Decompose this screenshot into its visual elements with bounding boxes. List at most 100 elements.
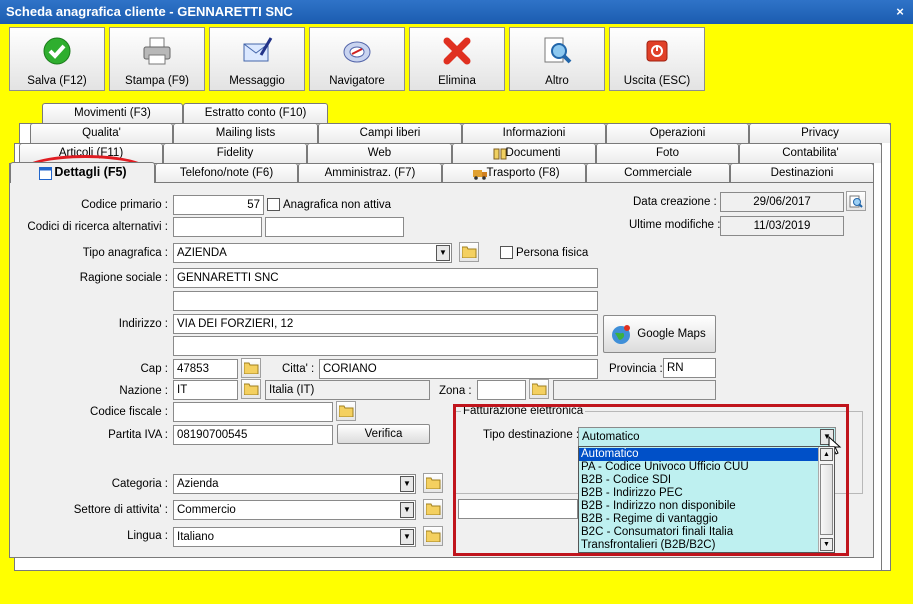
- codice-ricerca-2-field[interactable]: [265, 217, 404, 237]
- codice-fiscale-label: Codice fiscale :: [90, 406, 168, 418]
- tab-amministrazione[interactable]: Amministraz. (F7): [298, 163, 442, 183]
- navigator-button[interactable]: Navigatore: [309, 27, 405, 91]
- window-title-bar: Scheda anagrafica cliente - GENNARETTI S…: [0, 0, 913, 24]
- indirizzo-field[interactable]: VIA DEI FORZIERI, 12: [173, 314, 598, 334]
- tab-qualita[interactable]: Qualita': [30, 123, 173, 143]
- lingua-value: Italiano: [177, 531, 215, 543]
- tab-mailing-lists[interactable]: Mailing lists: [173, 123, 318, 143]
- google-maps-button[interactable]: Google Maps: [603, 315, 716, 353]
- tab-destinazioni[interactable]: Destinazioni: [730, 163, 874, 183]
- tab-trasporto[interactable]: Trasporto (F8): [442, 163, 586, 183]
- ragione-sociale-field[interactable]: GENNARETTI SNC: [173, 268, 598, 288]
- tipo-anagrafica-value: AZIENDA: [177, 247, 227, 259]
- save-button[interactable]: Salva (F12): [9, 27, 105, 91]
- lingua-label: Lingua :: [127, 530, 168, 542]
- tab-privacy[interactable]: Privacy: [749, 123, 891, 143]
- categoria-value: Azienda: [177, 478, 219, 490]
- chevron-down-icon: ▼: [400, 502, 414, 518]
- data-creazione-value: 29/06/2017: [720, 192, 844, 212]
- message-button[interactable]: Messaggio: [209, 27, 305, 91]
- tab-contabilita[interactable]: Contabilita': [739, 143, 882, 163]
- zona-folder-button[interactable]: [529, 379, 549, 399]
- save-label: Salva (F12): [27, 75, 87, 87]
- settore-attivita-label: Settore di attivita' :: [73, 504, 168, 516]
- codice-fiscale-folder-button[interactable]: [336, 401, 356, 421]
- categoria-label: Categoria :: [111, 478, 168, 490]
- data-creazione-label: Data creazione :: [633, 196, 717, 208]
- codice-fiscale-field[interactable]: [173, 402, 333, 422]
- cap-field[interactable]: 47853: [173, 359, 238, 379]
- nazione-field[interactable]: IT: [173, 380, 238, 400]
- delete-label: Elimina: [438, 75, 476, 87]
- tab-articoli[interactable]: Articoli (F11): [19, 143, 163, 163]
- tab-foto[interactable]: Foto: [596, 143, 739, 163]
- settore-folder-button[interactable]: [423, 499, 443, 519]
- print-button[interactable]: Stampa (F9): [109, 27, 205, 91]
- tab-dettagli[interactable]: Dettagli (F5): [10, 162, 155, 183]
- message-label: Messaggio: [229, 75, 285, 87]
- zona-field[interactable]: [477, 380, 526, 400]
- partita-iva-field[interactable]: 08190700545: [173, 425, 333, 445]
- more-label: Altro: [545, 75, 569, 87]
- ragione-sociale-2-field[interactable]: [173, 291, 598, 311]
- close-button[interactable]: ×: [892, 4, 908, 20]
- indirizzo-2-field[interactable]: [173, 336, 598, 356]
- data-creazione-lookup-button[interactable]: [846, 191, 866, 211]
- tab-commerciale[interactable]: Commerciale: [586, 163, 730, 183]
- citta-field[interactable]: CORIANO: [319, 359, 598, 379]
- settore-attivita-value: Commercio: [177, 504, 236, 516]
- tab-movimenti[interactable]: Movimenti (F3): [42, 103, 183, 123]
- tab-informazioni[interactable]: Informazioni: [462, 123, 606, 143]
- codice-ricerca-1-field[interactable]: [173, 217, 262, 237]
- folder-icon: [244, 362, 259, 374]
- folder-icon: [532, 383, 547, 395]
- tipo-anagrafica-label: Tipo anagrafica :: [82, 247, 168, 259]
- tab-dettagli-label: Dettagli (F5): [54, 165, 127, 179]
- settore-attivita-select[interactable]: Commercio ▼: [173, 500, 416, 520]
- verifica-button[interactable]: Verifica: [337, 424, 430, 444]
- categoria-folder-button[interactable]: [423, 473, 443, 493]
- delete-x-icon: [443, 37, 471, 65]
- folder-icon: [426, 477, 441, 489]
- exit-button[interactable]: Uscita (ESC): [609, 27, 705, 91]
- anagrafica-non-attiva-checkbox[interactable]: [267, 198, 280, 211]
- folder-icon: [339, 405, 354, 417]
- nazione-folder-button[interactable]: [241, 379, 261, 399]
- tab-web[interactable]: Web: [307, 143, 452, 163]
- google-maps-label: Google Maps: [637, 328, 706, 340]
- more-button[interactable]: Altro: [509, 27, 605, 91]
- message-icon: [243, 37, 273, 62]
- chevron-down-icon: ▼: [436, 245, 450, 261]
- tipo-anagrafica-folder-button[interactable]: [459, 242, 479, 262]
- codici-ricerca-label: Codici di ricerca alternativi :: [27, 221, 168, 233]
- tab-fidelity[interactable]: Fidelity: [163, 143, 307, 163]
- calendar-icon: [39, 167, 52, 180]
- globe-icon: [612, 325, 630, 344]
- lingua-folder-button[interactable]: [423, 526, 443, 546]
- power-icon: [646, 40, 668, 62]
- ragione-sociale-label: Ragione sociale :: [79, 272, 168, 284]
- fatturazione-highlight-box: [453, 404, 849, 556]
- compass-icon: [343, 41, 371, 63]
- tab-operazioni[interactable]: Operazioni: [606, 123, 749, 143]
- tab-documenti[interactable]: Documenti: [452, 143, 596, 163]
- persona-fisica-checkbox[interactable]: [500, 246, 513, 259]
- cap-folder-button[interactable]: [241, 358, 261, 378]
- tab-telefono-note[interactable]: Telefono/note (F6): [155, 163, 298, 183]
- persona-fisica-label: Persona fisica: [516, 247, 589, 259]
- citta-label: Citta' :: [282, 363, 315, 375]
- partita-iva-label: Partita IVA :: [108, 429, 168, 441]
- categoria-select[interactable]: Azienda ▼: [173, 474, 416, 494]
- provincia-label: Provincia :: [609, 363, 663, 375]
- tipo-anagrafica-select[interactable]: AZIENDA ▼: [173, 243, 452, 263]
- provincia-field[interactable]: RN: [663, 358, 716, 378]
- nazione-label: Nazione :: [119, 385, 168, 397]
- lingua-select[interactable]: Italiano ▼: [173, 527, 416, 547]
- delete-button[interactable]: Elimina: [409, 27, 505, 91]
- tab-trasporto-label: Trasporto (F8): [486, 167, 560, 179]
- tab-campi-liberi[interactable]: Campi liberi: [318, 123, 462, 143]
- codice-primario-field[interactable]: 57: [173, 195, 264, 215]
- tab-documenti-label: Documenti: [505, 147, 561, 159]
- nazione-description: Italia (IT): [265, 380, 430, 400]
- tab-estratto-conto[interactable]: Estratto conto (F10): [183, 103, 328, 123]
